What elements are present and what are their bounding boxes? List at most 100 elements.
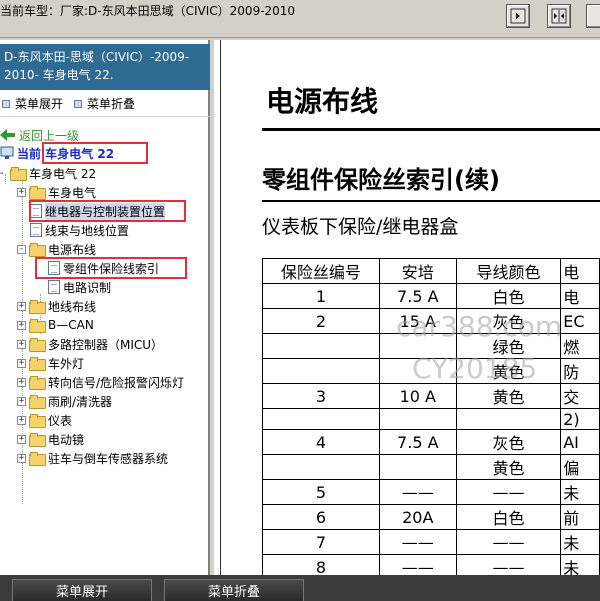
table-cell: 7 [262,529,380,555]
tree-node[interactable]: + 车身电气 [17,183,96,201]
menu-collapse-link[interactable]: 菜单折叠 [74,95,135,112]
tree-node-label: 电源布线 [48,242,97,257]
tree-node-label: 转向信号/危险报警闪烁灯 [48,375,185,390]
extra-button[interactable] [586,4,600,28]
expand-toggle-icon[interactable]: + [17,377,26,387]
tree-node[interactable]: + 驻车与倒车传感器系统 [17,449,168,467]
table-row: 黄色防 [262,358,600,384]
expand-icon [2,99,10,108]
collapse-toggle-icon[interactable]: - [0,168,10,179]
tree-node-label: 仪表 [48,413,73,428]
table-row: 6 20A 白色前 [262,504,600,530]
highlight-box [35,257,187,279]
table-cell: 10 A [378,383,457,409]
tree-node-root[interactable]: - 车身电气 22 [0,164,96,182]
table-cell [262,408,380,430]
table-cell: 绿色 [455,333,562,359]
tree-node[interactable]: + 车外灯 [17,354,84,372]
folder-icon [29,300,46,314]
table-row: 2 15 A 灰色 EC [262,308,600,334]
title-bar: 当前车型：厂家:D-东风本田思域（CIVIC）2009-2010 [0,0,600,38]
table-cell: 防 [560,358,600,384]
tree-node-label: 雨刷/清洗器 [48,394,113,409]
tree-node-label: 电路识制 [63,280,112,295]
bottom-bar: 菜单展开 菜单折叠 [0,575,600,601]
bottom-collapse-button[interactable]: 菜单折叠 [164,579,304,601]
table-row: 2) [262,408,600,430]
tree-node[interactable]: + 电动镜 [17,430,84,448]
table-cell: 2) [560,408,600,430]
document-icon [30,223,42,237]
table-cell: 20A [378,504,457,530]
collapse-toggle-icon[interactable]: - [17,244,26,254]
folder-icon [29,433,46,447]
expand-toggle-icon[interactable]: + [17,187,26,197]
sidebar-header: D-东风本田-思域（CIVIC）-2009-2010- 车身电气 22. [0,44,210,90]
table-cell: 3 [262,383,380,409]
app-window: 当前车型：厂家:D-东风本田思域（CIVIC）2009-2010 D-东风本田-… [0,0,600,601]
tree-node-label: B—CAN [48,318,94,332]
table-cell: 7.5 A [378,283,457,309]
folder-icon [29,414,46,428]
table-cell: 燃 [560,333,600,359]
document-subtitle: 零组件保险丝索引(续) [262,166,500,194]
window-title: 当前车型：厂家:D-东风本田思域（CIVIC）2009-2010 [0,4,296,18]
table-cell [262,358,380,384]
expand-toggle-icon[interactable]: + [17,434,26,444]
table-cell: —— [378,529,457,555]
table-cell: —— [455,479,562,505]
expand-toggle-icon[interactable]: + [17,301,26,311]
table-cell: 黄色 [455,358,562,384]
table-row: 5 —— —— 未 [262,479,600,505]
table-cell: 电 [560,283,600,309]
bottom-expand-button[interactable]: 菜单展开 [12,579,152,601]
folder-open-icon [29,243,46,257]
folder-icon [29,357,46,371]
tree-node-label: 驻车与倒车传感器系统 [48,451,169,466]
menu-row: 菜单展开 菜单折叠 [0,92,210,114]
table-cell: 交 [560,383,600,409]
table-cell: 灰色 [455,308,562,334]
tree-node[interactable]: + 仪表 [17,411,72,429]
back-arrow-icon [0,129,15,141]
menu-expand-link[interactable]: 菜单展开 [2,95,63,112]
tree-node[interactable]: + 转向信号/危险报警闪烁灯 [17,373,184,391]
folder-icon [29,452,46,466]
tree-node-label: 多路控制器（MICU） [48,337,164,352]
table-body: 1 7.5 A 白色电 2 15 A 灰色 EC 绿色燃黄色防 3 10 A 黄色交 2) 4 7.5 A… [262,283,600,601]
dual-view-button[interactable] [547,4,571,28]
expand-toggle-icon[interactable]: + [17,358,26,368]
tree-node-expanded[interactable]: - 电源布线 [17,240,96,258]
tree-node[interactable]: + 雨刷/清洗器 [17,392,112,410]
back-link-label: 返回上一级 [19,128,80,143]
single-view-button[interactable] [506,4,530,28]
folder-icon [29,338,46,352]
fuse-table: 保险丝编号 安培 导线颜色 电 1 7.5 A 白色电 2 15 A 灰色 EC 绿色燃黄色防… [262,258,600,601]
tree-node[interactable]: 线束与地线位置 [30,221,129,239]
table-cell: 黄色 [455,454,562,480]
highlight-box [42,142,148,164]
table-cell: 未 [560,529,600,555]
expand-toggle-icon[interactable]: + [17,396,26,406]
column-header: 安培 [378,258,457,284]
tree-node[interactable]: + B—CAN [17,316,94,334]
tree-node[interactable]: + 地线布线 [17,297,96,315]
highlight-box [29,200,186,222]
table-cell: 前 [560,504,600,530]
folder-icon [29,395,46,409]
tree-node[interactable]: 电路识制 [48,278,111,296]
expand-toggle-icon[interactable]: + [17,415,26,425]
tree-node[interactable]: + 多路控制器（MICU） [17,335,163,353]
table-cell: 1 [262,283,380,309]
table-cell [378,454,457,480]
table-cell: AI [560,429,600,455]
table-cell [455,408,562,430]
document-icon [48,280,60,294]
table-cell: 白色 [455,504,562,530]
expand-toggle-icon[interactable]: + [17,320,26,330]
table-cell: 6 [262,504,380,530]
divider [262,128,600,131]
menu-collapse-label: 菜单折叠 [87,97,136,111]
expand-toggle-icon[interactable]: + [17,339,26,349]
expand-toggle-icon[interactable]: + [17,453,26,463]
